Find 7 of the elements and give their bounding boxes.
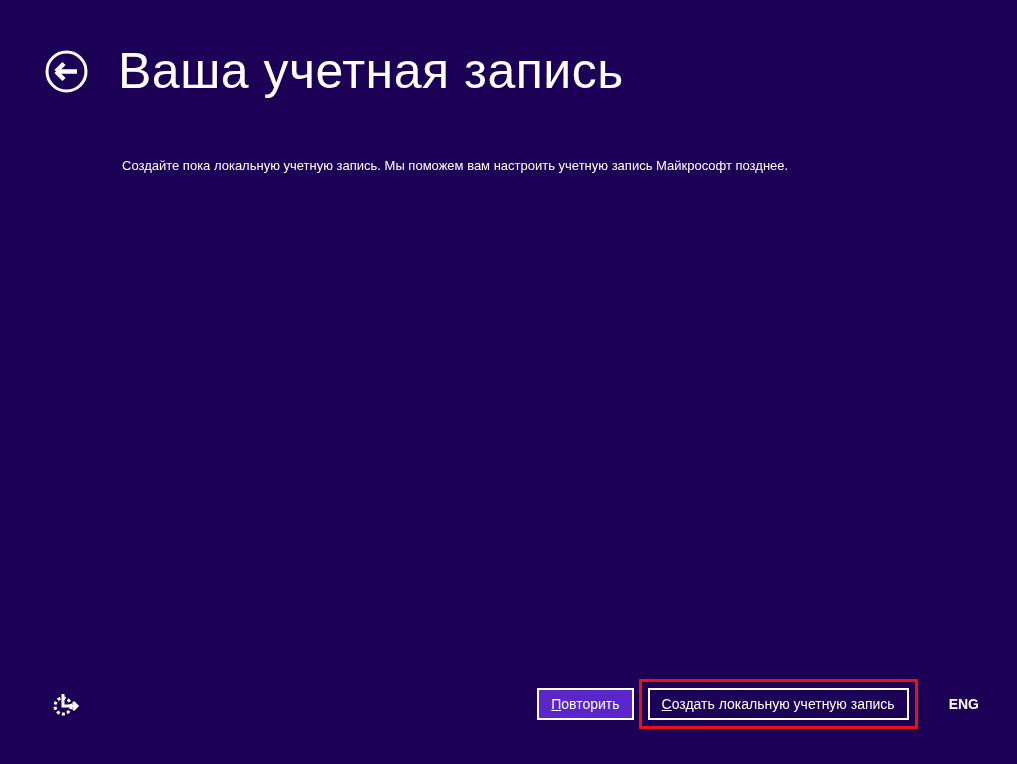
create-local-account-button[interactable]: Создать локальную учетную запись: [647, 688, 909, 720]
back-button[interactable]: [45, 49, 88, 93]
retry-button[interactable]: Повторить: [537, 688, 634, 720]
accessibility-icon[interactable]: [52, 692, 80, 716]
language-indicator[interactable]: ENG: [948, 696, 979, 712]
page-title: Ваша учетная запись: [118, 42, 624, 100]
info-message: Создайте пока локальную учетную запись. Мы поможем вам настроить учетную запись Майкрософт позднее.: [122, 158, 790, 173]
